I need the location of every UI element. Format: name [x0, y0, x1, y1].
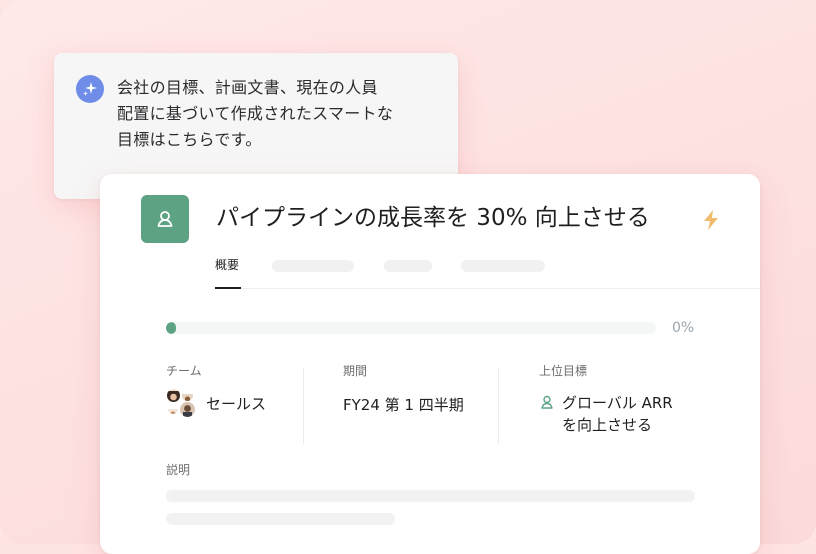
- avatar: [167, 403, 179, 415]
- goal-card: パイプラインの成長率を 30% 向上させる 概要 0% チーム 期間 上位目標 …: [100, 174, 760, 554]
- column-divider: [303, 368, 304, 444]
- progress-bar: [166, 322, 656, 334]
- avatar: [166, 388, 181, 403]
- goal-title[interactable]: パイプラインの成長率を 30% 向上させる: [216, 200, 650, 236]
- progress-fill: [166, 322, 176, 334]
- lightning-bolt-icon: [704, 210, 718, 230]
- parent-goal-link[interactable]: グローバル ARR を向上させる: [562, 392, 673, 436]
- team-value[interactable]: セールス: [206, 393, 266, 414]
- period-label: 期間: [343, 364, 368, 378]
- description-placeholder-line: [166, 490, 695, 502]
- description-label: 説明: [166, 463, 191, 477]
- progress-label: 0%: [672, 320, 695, 336]
- team-avatars[interactable]: [166, 388, 196, 418]
- tab-active-indicator: [215, 287, 241, 289]
- goal-person-icon: [541, 395, 553, 409]
- tab-overview[interactable]: 概要: [215, 256, 239, 273]
- ai-message-line: 配置に基づいて作成されたスマートな: [117, 104, 394, 123]
- tab-placeholder: [272, 260, 354, 272]
- parent-goal-line: を向上させる: [562, 416, 653, 434]
- period-value[interactable]: FY24 第 1 四半期: [343, 394, 464, 415]
- tabs-divider: [215, 288, 760, 289]
- parent-goal-line: グローバル ARR: [562, 394, 673, 412]
- ai-message-line: 目標はこちらです。: [117, 130, 262, 149]
- tab-placeholder: [384, 260, 432, 272]
- parent-goal-label: 上位目標: [539, 364, 588, 378]
- sparkles-icon: [76, 75, 104, 103]
- goal-person-icon: [141, 195, 189, 243]
- ai-message: 会社の目標、計画文書、現在の人員 配置に基づいて作成されたスマートな 目標はこち…: [117, 75, 437, 153]
- tab-placeholder: [461, 260, 545, 272]
- column-divider: [498, 368, 499, 444]
- ai-message-line: 会社の目標、計画文書、現在の人員: [117, 78, 378, 97]
- description-placeholder-line: [166, 513, 395, 525]
- avatar: [179, 401, 196, 418]
- team-label: チーム: [166, 364, 202, 378]
